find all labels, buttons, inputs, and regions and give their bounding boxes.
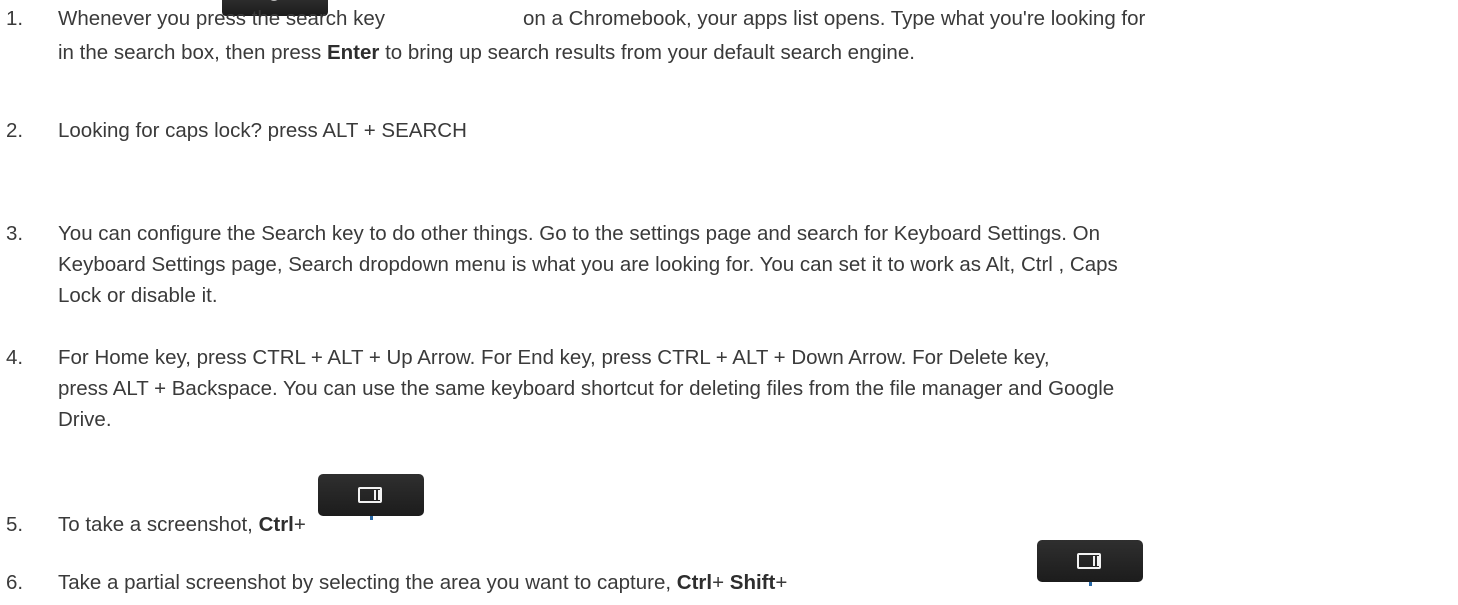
tip-text: You can configure the Search key to do o…: [58, 222, 1100, 245]
shift-key-label: Shift: [729, 571, 776, 594]
tip-text: Drive.: [58, 408, 112, 431]
tip-number: 4.: [6, 346, 24, 369]
tip-text: in the search box, then press: [58, 41, 322, 64]
ctrl-key-label: Ctrl: [258, 513, 294, 536]
show-windows-key-icon: [1037, 540, 1143, 586]
tip-number: 2.: [6, 119, 24, 142]
tip-text: on a Chromebook, your apps list opens. T…: [523, 7, 1146, 30]
tip-text: Looking for caps lock? press ALT + SEARC…: [58, 119, 467, 142]
tip-number: 5.: [6, 513, 24, 536]
plus-sign: +: [712, 571, 725, 594]
tip-number: 1.: [6, 7, 24, 30]
enter-key-label: Enter: [326, 41, 380, 64]
tip-text: Lock or disable it.: [58, 284, 218, 307]
tip-text: press ALT + Backspace. You can use the s…: [58, 377, 1115, 400]
plus-sign: +: [293, 513, 306, 536]
tip-text: Whenever you press the search key: [58, 7, 386, 30]
tip-number: 3.: [6, 222, 24, 245]
tip-text: to bring up search results from your def…: [385, 41, 915, 64]
show-windows-key-icon: [318, 474, 424, 520]
tip-text: Keyboard Settings page, Search dropdown …: [58, 253, 1118, 276]
show-windows-icon: [358, 487, 384, 503]
tip-number: 6.: [6, 571, 24, 594]
ctrl-key-label: Ctrl: [676, 571, 713, 594]
tip-text: To take a screenshot,: [58, 513, 253, 536]
plus-sign: +: [775, 571, 788, 594]
tip-text: Take a partial screenshot by selecting t…: [58, 571, 672, 594]
tip-text: For Home key, press CTRL + ALT + Up Arro…: [58, 346, 1050, 369]
show-windows-icon: [1077, 553, 1103, 569]
